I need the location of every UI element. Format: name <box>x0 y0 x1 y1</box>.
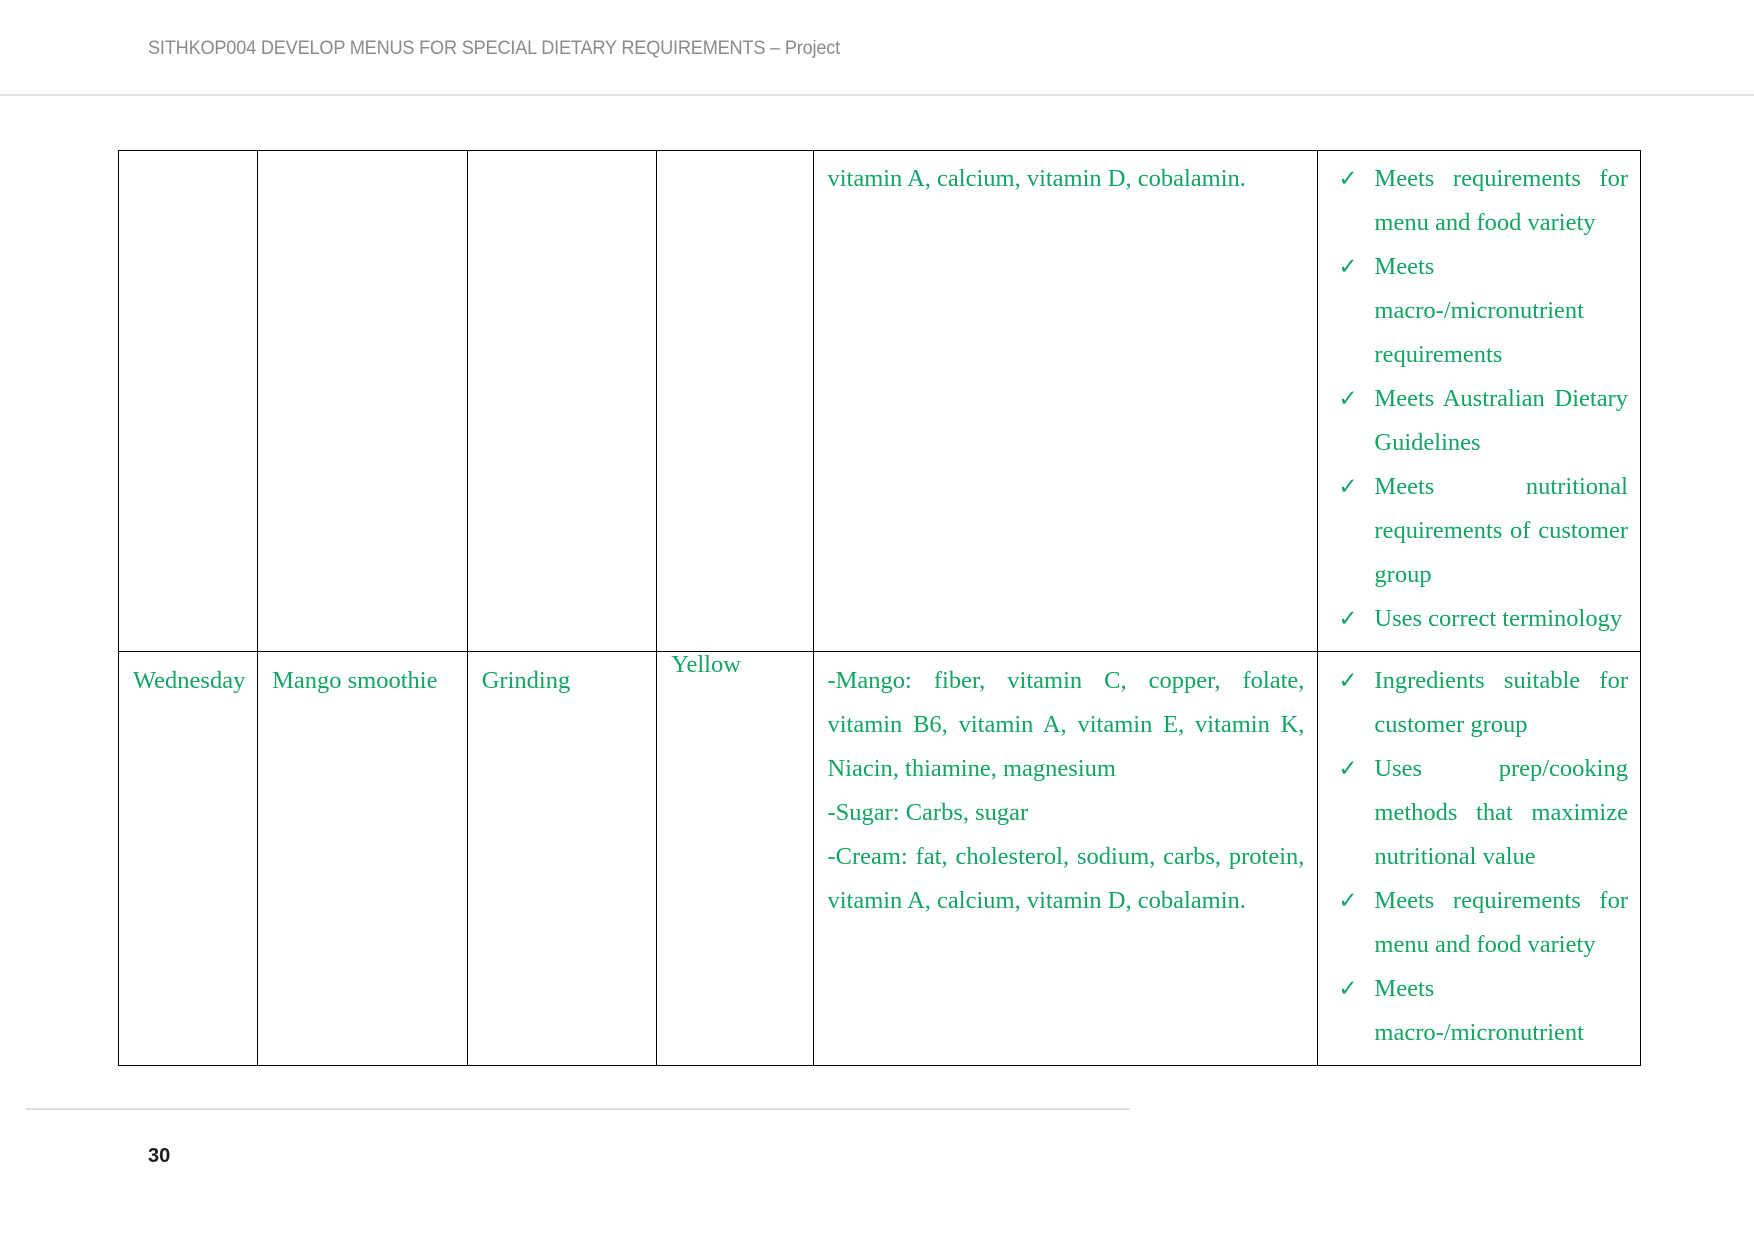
check-icon: ✓ <box>1338 166 1358 191</box>
check-icon: ✓ <box>1338 888 1358 913</box>
page-number: 30 <box>148 1145 171 1167</box>
checklist-item: ✓ Ingredients suitable for customer grou… <box>1332 659 1628 747</box>
check-icon: ✓ <box>1338 976 1358 1001</box>
checklist-item: ✓ Meets Australian Dietary Guidelines <box>1332 377 1628 465</box>
checklist-item: ✓ Meets requirements for menu and food v… <box>1332 157 1628 245</box>
checklist-wrap: ✓ Ingredients suitable for customer grou… <box>1318 652 1640 1065</box>
colour-text: Yellow <box>671 651 741 678</box>
check-icon: ✓ <box>1338 756 1358 781</box>
nutrient-line: -Mango: fiber, vitamin C, copper, folate… <box>827 667 1305 782</box>
cell-method: Grinding <box>466 651 658 1066</box>
nutrients-wrap: vitamin A, calcium, vitamin D, cobalamin… <box>814 151 1317 211</box>
cell-day <box>117 150 259 652</box>
checklist-item: ✓ Meets macro-/micronutrient requirement… <box>1332 245 1628 377</box>
colour-wrap <box>657 151 813 167</box>
checklist-item-label: Meets requirements for menu and food var… <box>1374 165 1628 236</box>
nutrient-line: vitamin A, calcium, vitamin D, cobalamin… <box>827 165 1246 192</box>
checklist: ✓ Ingredients suitable for customer grou… <box>1332 659 1628 1055</box>
dish-text <box>258 151 467 167</box>
nutrients-wrap: -Mango: fiber, vitamin C, copper, folate… <box>814 652 1317 933</box>
cell-checklist: ✓ Ingredients suitable for customer grou… <box>1317 651 1641 1066</box>
colour-wrap: Yellow <box>657 651 813 706</box>
dish-text: Mango smoothie <box>272 667 438 694</box>
cell-method <box>466 150 658 652</box>
method-text: Grinding <box>481 667 571 694</box>
checklist-item-label: Meets macro-/micronutrient <box>1374 975 1584 1046</box>
day-text: Wednesday <box>133 667 246 694</box>
check-icon: ✓ <box>1338 668 1358 693</box>
menu-requirements-table: vitamin A, calcium, vitamin D, cobalamin… <box>117 150 1641 1066</box>
check-icon: ✓ <box>1338 386 1358 411</box>
cell-dish <box>257 150 468 652</box>
checklist-item: ✓ Meets nutritional requirements of cust… <box>1332 465 1628 597</box>
check-icon: ✓ <box>1338 606 1358 631</box>
day-text <box>119 151 257 167</box>
check-icon: ✓ <box>1338 254 1358 279</box>
checklist-item: ✓ Uses correct terminology <box>1332 597 1628 641</box>
method-text <box>468 151 656 167</box>
table-row: vitamin A, calcium, vitamin D, cobalamin… <box>117 150 1641 652</box>
checklist-item: ✓ Meets requirements for menu and food v… <box>1332 879 1628 967</box>
checklist-item-label: Ingredients suitable for customer group <box>1374 667 1628 738</box>
page-header: SITHKOP004 DEVELOP MENUS FOR SPECIAL DIE… <box>0 0 1754 96</box>
cell-colour <box>656 150 815 652</box>
checklist-item-label: Uses correct terminology <box>1374 605 1623 632</box>
table-row: Wednesday Mango smoothie Grinding Yellow… <box>117 651 1641 1066</box>
checklist-item: ✓ Uses prep/cooking methods that maximiz… <box>1332 747 1628 879</box>
cell-checklist: ✓ Meets requirements for menu and food v… <box>1317 150 1641 652</box>
checklist-item-label: Meets Australian Dietary Guidelines <box>1374 385 1628 456</box>
cell-dish: Mango smoothie <box>257 651 468 1066</box>
document-header-title: SITHKOP004 DEVELOP MENUS FOR SPECIAL DIE… <box>148 37 840 59</box>
checklist-item-label: Meets macro-/micronutrient requirements <box>1374 253 1584 368</box>
checklist-item-label: Uses prep/cooking methods that maximize … <box>1374 755 1628 870</box>
footer-divider <box>26 1108 1130 1110</box>
checklist-item-label: Meets nutritional requirements of custom… <box>1374 473 1628 588</box>
nutrient-line: -Sugar: Carbs, sugar <box>827 799 1029 826</box>
checklist-item: ✓ Meets macro-/micronutrient <box>1332 967 1628 1055</box>
table-body: vitamin A, calcium, vitamin D, cobalamin… <box>117 150 1641 1066</box>
cell-colour: Yellow <box>656 651 815 1066</box>
cell-day: Wednesday <box>117 651 259 1066</box>
checklist: ✓ Meets requirements for menu and food v… <box>1332 157 1628 641</box>
cell-nutrients: vitamin A, calcium, vitamin D, cobalamin… <box>813 150 1319 652</box>
nutrient-line: -Cream: fat, cholesterol, sodium, carbs,… <box>827 843 1305 914</box>
cell-nutrients: -Mango: fiber, vitamin C, copper, folate… <box>813 651 1319 1066</box>
checklist-wrap: ✓ Meets requirements for menu and food v… <box>1318 151 1640 651</box>
check-icon: ✓ <box>1338 474 1358 499</box>
checklist-item-label: Meets requirements for menu and food var… <box>1374 887 1628 958</box>
